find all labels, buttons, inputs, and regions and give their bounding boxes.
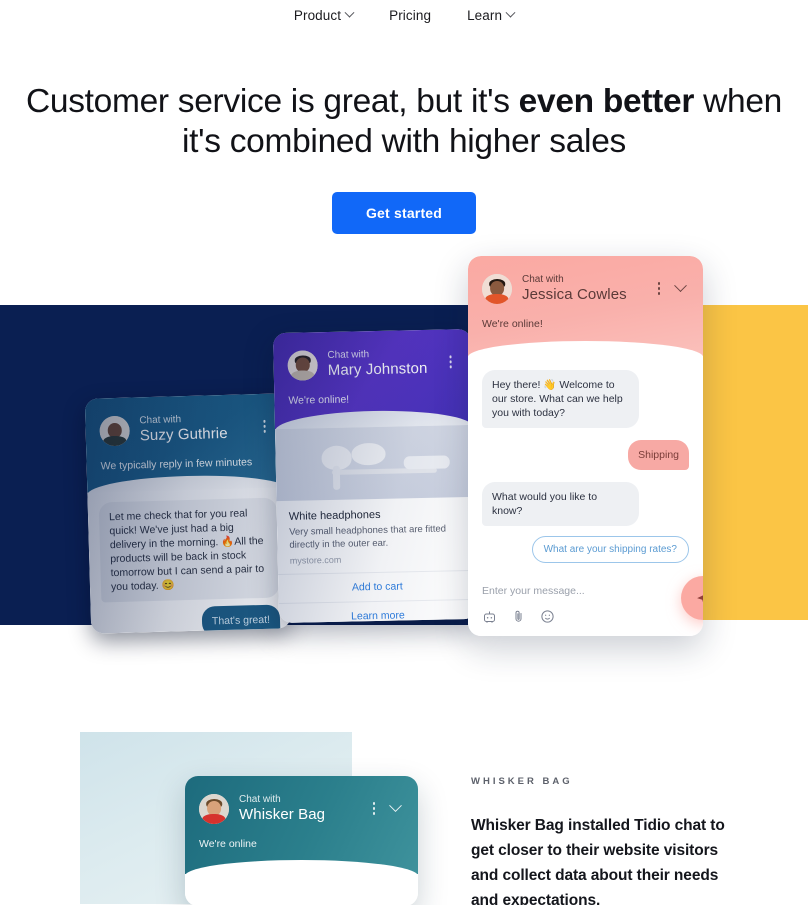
nav-item-product-label: Product: [293, 7, 342, 23]
chat-header-mary: Chat with Mary Johnston We're online!: [272, 328, 473, 432]
avatar: [99, 415, 131, 446]
chat-widget-suzy[interactable]: Chat with Suzy Guthrie We typically repl…: [84, 393, 292, 634]
case-study-text: WHISKER BAG Whisker Bag installed Tidio …: [471, 776, 731, 905]
message-row: Hey there! 👋 Welcome to our store. What …: [482, 370, 689, 428]
agent-name: Mary Johnston: [327, 359, 428, 379]
message-bubble: What would you like to know?: [482, 482, 640, 526]
agent-name: Suzy Guthrie: [139, 424, 228, 445]
agent-avatar-jessica: [482, 273, 512, 304]
chat-header-suzy: Chat with Suzy Guthrie We typically repl…: [84, 393, 288, 495]
product-description: Very small headphones that are fitted di…: [289, 523, 447, 551]
main-navigation: Product Pricing Learn: [0, 0, 808, 30]
product-title: White headphones: [288, 508, 381, 523]
agent-name: Whisker Bag: [239, 806, 326, 823]
case-study-eyebrow: WHISKER BAG: [471, 776, 573, 787]
avatar: [199, 793, 229, 824]
avatar: [287, 349, 318, 381]
status-text: We typically reply in few minutes: [100, 456, 253, 473]
agent-name: Jessica Cowles: [522, 286, 627, 303]
send-icon: [696, 594, 703, 604]
message-bubble: Shipping: [628, 440, 689, 470]
page-title: Customer service is great, but it's even…: [0, 82, 808, 162]
hero-title-emphasis: even better: [518, 83, 695, 120]
agent-avatar-suzy: [99, 415, 131, 446]
learn-more-link[interactable]: Learn more: [278, 598, 478, 624]
get-started-button[interactable]: Get started: [331, 192, 477, 234]
product-card: White headphones Very small headphones t…: [276, 496, 476, 567]
message-bubble: Let me check that for you real quick! We…: [98, 497, 280, 603]
chat-body-whisker: [185, 874, 418, 905]
status-text: We're online!: [482, 318, 543, 330]
nav-item-learn-label: Learn: [467, 7, 503, 23]
landing-page: Product Pricing Learn Customer service i…: [0, 0, 808, 905]
kebab-menu-icon[interactable]: [367, 802, 381, 815]
agent-avatar-mary: [287, 349, 318, 381]
add-to-cart-button[interactable]: Add to cart: [278, 569, 477, 604]
message-row: Shipping: [482, 440, 689, 470]
chat-header-jessica: Chat with Jessica Cowles We're online!: [468, 256, 703, 357]
case-study-quote: Whisker Bag installed Tidio chat to get …: [471, 817, 725, 905]
chat-body-jessica: Hey there! 👋 Welcome to our store. What …: [468, 356, 703, 598]
chevron-down-icon[interactable]: [389, 799, 402, 813]
agent-avatar-whisker: [199, 793, 229, 824]
nav-item-pricing-label: Pricing: [389, 7, 432, 23]
chat-header-whisker: Chat with Whisker Bag We're online: [185, 776, 418, 876]
status-text: We're online!: [288, 393, 350, 407]
chevron-down-icon: [344, 7, 355, 18]
chat-widget-mary[interactable]: Chat with Mary Johnston We're online! Wh…: [272, 328, 478, 624]
kebab-menu-icon[interactable]: [257, 419, 271, 433]
white-headphones-image: [274, 424, 475, 502]
nav-item-pricing[interactable]: Pricing: [389, 8, 431, 23]
message-bubble: Hey there! 👋 Welcome to our store. What …: [482, 370, 640, 428]
chevron-down-icon[interactable]: [674, 279, 687, 293]
message-composer: Enter your message...: [468, 571, 703, 636]
quick-reply-shipping-rates[interactable]: What are your shipping rates?: [531, 536, 689, 563]
product-url: mystore.com: [289, 554, 342, 566]
chat-body-suzy: Let me check that for you real quick! We…: [87, 487, 292, 634]
chat-widget-jessica[interactable]: Chat with Jessica Cowles We're online! H…: [468, 256, 703, 636]
message-row: That's great!: [102, 604, 281, 634]
nav-item-learn[interactable]: Learn: [467, 7, 516, 23]
message-input[interactable]: Enter your message...: [482, 585, 689, 597]
emoji-icon[interactable]: [540, 609, 555, 624]
message-row: What would you like to know?: [482, 482, 689, 526]
quick-reply-row: What are your shipping rates?: [482, 536, 689, 563]
avatar: [482, 273, 512, 304]
cta-container: Get started: [0, 192, 808, 234]
chevron-down-icon: [505, 7, 516, 18]
message-bubble: That's great!: [201, 604, 281, 634]
kebab-menu-icon[interactable]: [443, 355, 457, 369]
chat-widget-whisker[interactable]: Chat with Whisker Bag We're online: [185, 776, 418, 905]
nav-item-product[interactable]: Product: [293, 7, 355, 23]
bot-icon[interactable]: [482, 609, 497, 624]
hero-title-part1: Customer service is great, but it's: [25, 83, 519, 120]
chat-with-label: Chat with: [522, 274, 564, 285]
chat-body-mary: White headphones Very small headphones t…: [274, 424, 478, 624]
status-text: We're online: [199, 838, 257, 850]
paperclip-icon[interactable]: [511, 609, 526, 624]
kebab-menu-icon[interactable]: [652, 282, 666, 295]
composer-icon-row: [482, 609, 689, 624]
header-curve: [468, 341, 703, 357]
message-row: Let me check that for you real quick! We…: [98, 497, 280, 603]
chat-with-label: Chat with: [239, 794, 281, 805]
